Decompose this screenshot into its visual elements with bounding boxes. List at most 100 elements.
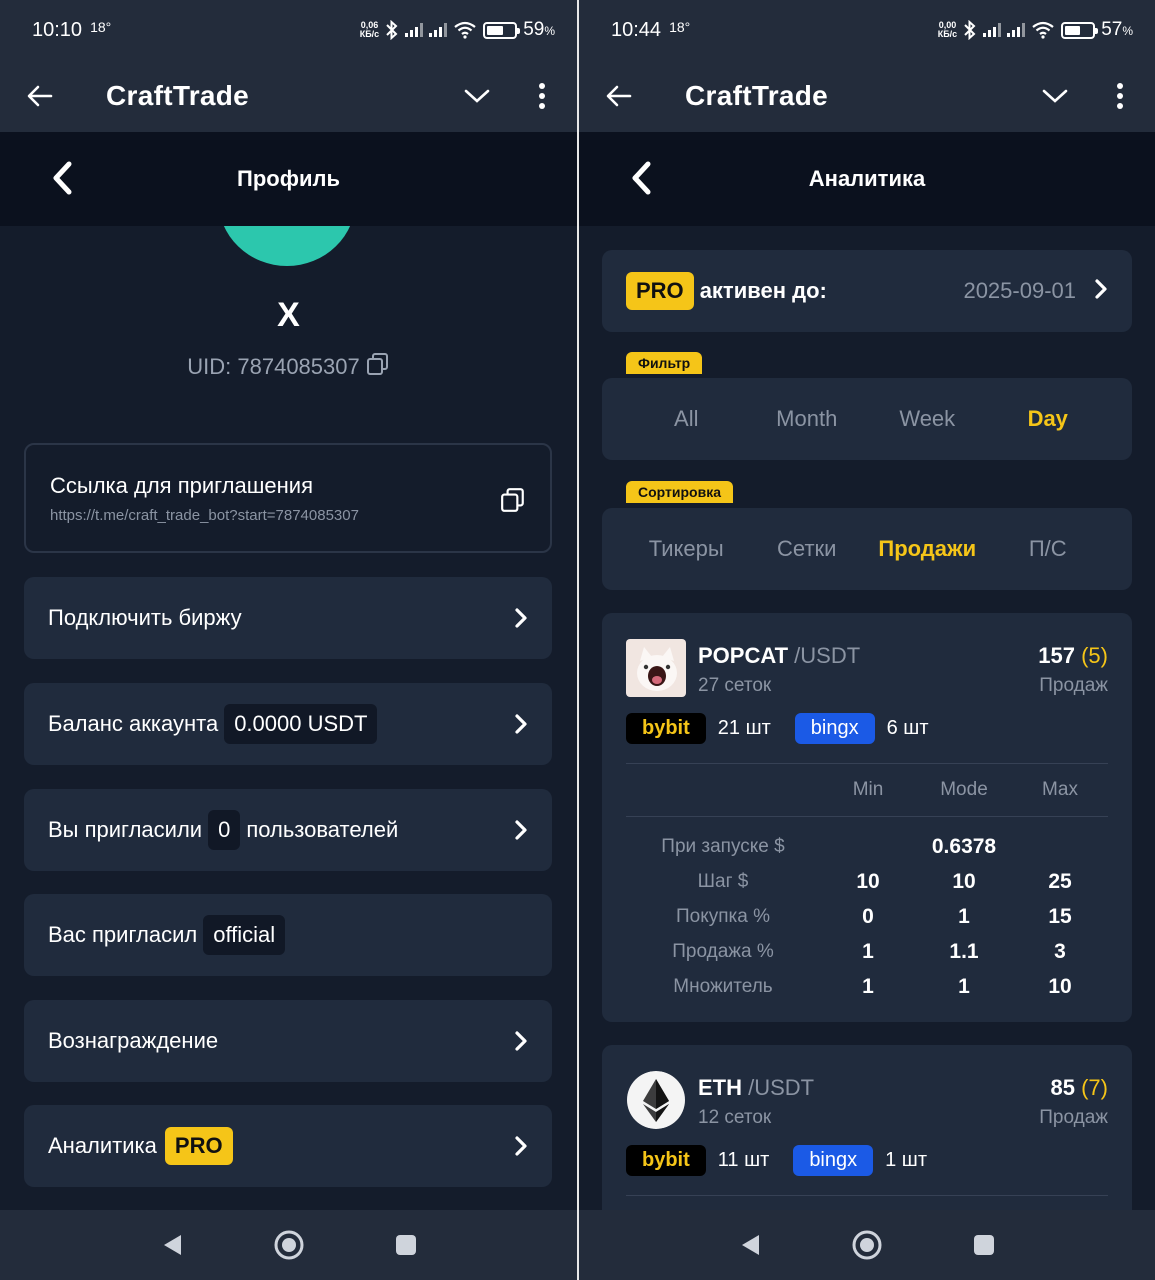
app-title: CraftTrade bbox=[685, 80, 829, 111]
pro-subscription-card[interactable]: PRO активен до: 2025-09-01 bbox=[602, 250, 1132, 332]
wifi-icon bbox=[1032, 21, 1054, 39]
network-speed: 0,00 КБ/с bbox=[937, 20, 958, 39]
chevron-down-icon[interactable] bbox=[447, 60, 507, 132]
connect-exchange-button[interactable]: Подключить биржу bbox=[24, 577, 552, 659]
coin-sales-count: 85 (7) bbox=[1050, 1075, 1109, 1100]
filter-option-month[interactable]: Month bbox=[747, 406, 868, 432]
sort-option-sales[interactable]: Продажи bbox=[867, 536, 988, 562]
nav-home-icon[interactable] bbox=[273, 1229, 305, 1261]
copy-icon[interactable] bbox=[500, 487, 526, 518]
wifi-icon bbox=[454, 21, 476, 39]
nav-back-icon[interactable] bbox=[161, 1233, 183, 1257]
page-header: Аналитика bbox=[579, 132, 1155, 226]
chevron-right-icon bbox=[514, 607, 528, 629]
nav-back-icon[interactable] bbox=[739, 1233, 761, 1257]
battery-fill bbox=[1065, 25, 1080, 35]
battery-percent: 59% bbox=[523, 19, 555, 40]
invited-suffix: пользователей bbox=[246, 817, 399, 842]
sort-option-grids[interactable]: Сетки bbox=[747, 536, 868, 562]
popcat-logo-icon bbox=[626, 639, 686, 697]
stats-row-launch: При запуске $ 0.6378 bbox=[661, 834, 997, 858]
invite-title: Ссылка для приглашения bbox=[50, 473, 313, 498]
signal-icon bbox=[1007, 23, 1026, 37]
chevron-right-icon bbox=[514, 1030, 528, 1052]
page-title: Профиль bbox=[237, 166, 340, 191]
signal-icon bbox=[429, 23, 448, 37]
coin-header: POPCAT /USDT 27 сеток 157 (5) Продаж bbox=[626, 613, 1108, 703]
coin-grid-count: 27 сеток bbox=[698, 675, 772, 696]
battery-percent: 57% bbox=[1101, 19, 1133, 40]
back-arrow-icon[interactable] bbox=[0, 60, 80, 132]
chevron-right-icon bbox=[514, 713, 528, 735]
battery-icon bbox=[483, 21, 521, 39]
bybit-count: 21 шт bbox=[717, 716, 771, 739]
chevron-down-icon[interactable] bbox=[1025, 60, 1085, 132]
filter-option-day[interactable]: Day bbox=[988, 406, 1109, 432]
ethereum-logo-icon bbox=[626, 1071, 686, 1129]
coin-header: ETH /USDT 12 сеток 85 (7) Продаж bbox=[626, 1045, 1108, 1135]
analytics-label: Аналитика bbox=[48, 1133, 157, 1158]
profile-name: X bbox=[277, 296, 300, 334]
inviter-label: Вас пригласил bbox=[48, 922, 198, 947]
exchange-row: bybit 21 шт bingx 6 шт bbox=[626, 703, 1108, 753]
analytics-button[interactable]: Аналитика PRO bbox=[24, 1105, 552, 1187]
inviter-value: official bbox=[203, 915, 286, 955]
nav-recents-icon[interactable] bbox=[973, 1234, 995, 1256]
more-vert-icon[interactable] bbox=[507, 60, 577, 132]
coin-sales-label: Продаж bbox=[1039, 675, 1108, 696]
bybit-badge: bybit bbox=[626, 712, 706, 744]
account-balance-button[interactable]: Баланс аккаунта 0.0000 USDT bbox=[24, 683, 552, 765]
coin-symbol: ETH /USDT bbox=[698, 1075, 815, 1100]
chevron-left-icon[interactable] bbox=[40, 156, 84, 200]
bingx-badge: bingx bbox=[793, 1144, 874, 1176]
copy-icon[interactable] bbox=[366, 352, 390, 382]
filter-option-all[interactable]: All bbox=[626, 406, 747, 432]
app-bar: CraftTrade bbox=[579, 60, 1155, 132]
reward-label: Вознаграждение bbox=[48, 1028, 219, 1053]
page-title: Аналитика bbox=[808, 166, 926, 191]
app-title: CraftTrade bbox=[106, 80, 250, 111]
inviter-row: Вас пригласил official bbox=[24, 894, 552, 976]
stats-row-buy: Покупка % 0 1 15 bbox=[675, 904, 1072, 928]
coin-symbol: POPCAT /USDT bbox=[698, 643, 861, 668]
status-temperature: 18° bbox=[669, 19, 691, 35]
back-arrow-icon[interactable] bbox=[579, 60, 659, 132]
status-bar: 10:44 18° 0,00 КБ/с 57% bbox=[579, 0, 1155, 60]
sort-option-tickers[interactable]: Тикеры bbox=[626, 536, 747, 562]
filter-tag: Фильтр bbox=[626, 352, 703, 374]
chevron-right-icon bbox=[514, 819, 528, 841]
invited-prefix: Вы пригласили bbox=[48, 817, 203, 842]
invited-users-button[interactable]: Вы пригласили 0 пользователей bbox=[24, 789, 552, 871]
chevron-left-icon[interactable] bbox=[619, 156, 663, 200]
stats-row-multiplier: Множитель 1 1 10 bbox=[673, 974, 1072, 998]
battery-icon bbox=[1061, 21, 1099, 39]
bingx-count: 6 шт bbox=[886, 716, 929, 739]
battery-fill bbox=[487, 25, 503, 35]
chevron-right-icon bbox=[514, 1135, 528, 1157]
pro-active-label: активен до: bbox=[699, 278, 827, 303]
coin-card-popcat[interactable]: POPCAT /USDT 27 сеток 157 (5) Продаж byb… bbox=[602, 613, 1132, 1022]
col-max: Max bbox=[1042, 779, 1078, 800]
invite-link-box[interactable]: Ссылка для приглашения https://t.me/craf… bbox=[24, 443, 552, 553]
chevron-right-icon bbox=[1094, 278, 1108, 305]
system-nav-bar bbox=[0, 1210, 577, 1280]
stats-header: Min Mode Max bbox=[626, 763, 1108, 817]
uid-label: UID: 7874085307 bbox=[187, 354, 360, 379]
more-vert-icon[interactable] bbox=[1085, 60, 1155, 132]
nav-home-icon[interactable] bbox=[851, 1229, 883, 1261]
status-time: 10:44 bbox=[611, 18, 662, 41]
nav-recents-icon[interactable] bbox=[395, 1234, 417, 1256]
status-bar: 10:10 18° 0,06 КБ/с 59% bbox=[0, 0, 577, 60]
status-icons: 0,00 КБ/с 57% bbox=[938, 19, 1133, 41]
col-mode: Mode bbox=[940, 779, 988, 800]
pro-badge: PRO bbox=[164, 1127, 233, 1165]
signal-icon bbox=[405, 23, 424, 37]
status-time: 10:10 bbox=[32, 18, 83, 41]
status-icons: 0,06 КБ/с 59% bbox=[360, 19, 555, 41]
invited-count: 0 bbox=[208, 810, 241, 850]
reward-button[interactable]: Вознаграждение bbox=[24, 1000, 552, 1082]
stats-row-sell: Продажа % 1 1.1 3 bbox=[672, 939, 1066, 963]
sort-option-ps[interactable]: П/С bbox=[988, 536, 1109, 562]
bluetooth-icon bbox=[386, 20, 398, 40]
filter-option-week[interactable]: Week bbox=[867, 406, 988, 432]
